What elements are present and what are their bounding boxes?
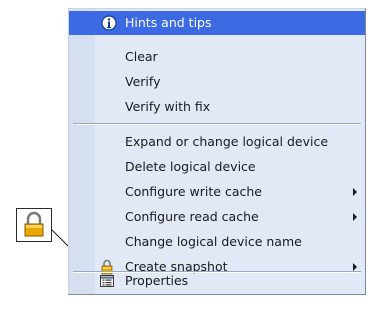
menu-item-change-logical-device-name[interactable]: Change logical device name xyxy=(69,230,365,254)
menu-item-label: Delete logical device xyxy=(125,159,256,174)
menu-item-expand-or-change-logical-device[interactable]: Expand or change logical device xyxy=(69,130,365,154)
menu-item-verify-with-fix[interactable]: Verify with fix xyxy=(69,95,365,119)
menu-item-label: Configure read cache xyxy=(125,209,259,224)
menu-item-label: Expand or change logical device xyxy=(125,134,329,149)
menu-item-configure-write-cache[interactable]: Configure write cache xyxy=(69,180,365,204)
properties-icon xyxy=(100,275,114,287)
submenu-arrow-icon xyxy=(353,213,357,221)
menu-item-clear[interactable]: Clear xyxy=(69,45,365,69)
menu-item-hints-and-tips[interactable]: Hints and tips xyxy=(69,11,365,35)
menu-item-label: Verify with fix xyxy=(125,99,211,114)
menu-separator xyxy=(73,123,361,125)
info-icon xyxy=(101,15,117,31)
menu-item-label: Properties xyxy=(125,273,189,288)
menu-item-delete-logical-device[interactable]: Delete logical device xyxy=(69,155,365,179)
menu-item-label: Configure write cache xyxy=(125,184,262,199)
submenu-arrow-icon xyxy=(353,188,357,196)
menu-item-label: Change logical device name xyxy=(125,234,302,249)
menu-item-label: Verify xyxy=(125,74,161,89)
context-menu: Hints and tips Clear Verify Verify with … xyxy=(68,8,366,295)
menu-item-label: Clear xyxy=(125,49,158,64)
menu-item-configure-read-cache[interactable]: Configure read cache xyxy=(69,205,365,229)
menu-item-properties[interactable]: Properties xyxy=(69,269,365,293)
menu-item-verify[interactable]: Verify xyxy=(69,70,365,94)
menu-item-label: Hints and tips xyxy=(125,15,212,30)
